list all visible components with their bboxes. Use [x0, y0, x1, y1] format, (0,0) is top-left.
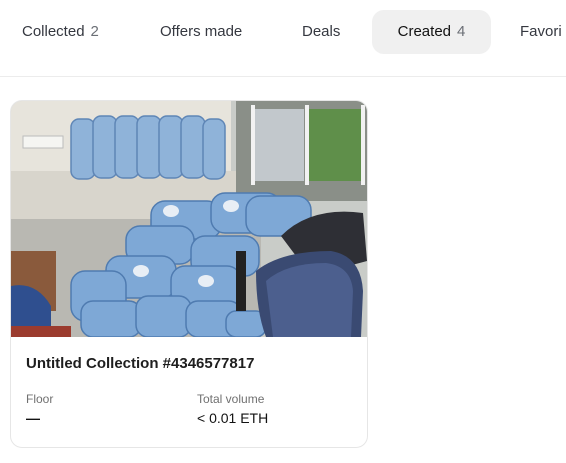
- profile-tabs: Collected 2 Offers made Deals Created 4 Fa…: [0, 0, 566, 77]
- total-volume-label: Total volume: [197, 392, 265, 406]
- tab-deals[interactable]: Deals: [302, 10, 340, 54]
- tab-label: Favori: [520, 23, 562, 40]
- tab-count: 4: [457, 23, 466, 40]
- tab-created[interactable]: Created 4: [372, 10, 491, 54]
- tab-label: Offers made: [160, 23, 243, 40]
- floor-value: —: [26, 410, 40, 426]
- collection-title: Untitled Collection #4346577817: [26, 355, 255, 372]
- total-volume-value: < 0.01 ETH: [197, 410, 269, 426]
- tab-label: Created: [397, 23, 452, 40]
- tab-offers-made[interactable]: Offers made: [160, 10, 242, 54]
- tab-label: Collected: [22, 23, 85, 40]
- floor-label: Floor: [26, 392, 54, 406]
- tab-label: Deals: [302, 23, 341, 40]
- collection-image: [11, 101, 367, 337]
- tab-favorited[interactable]: Favori: [520, 10, 562, 54]
- tab-count: 2: [90, 23, 99, 40]
- tab-collected[interactable]: Collected 2: [22, 10, 99, 54]
- collection-card[interactable]: Untitled Collection #4346577817 Floor — …: [10, 100, 368, 448]
